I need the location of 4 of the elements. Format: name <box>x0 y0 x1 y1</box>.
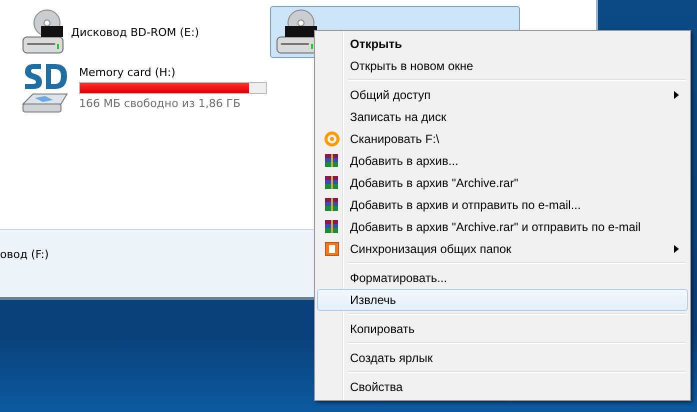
drive-name: Дисковод BD-ROM (E:) <box>71 26 199 38</box>
drive-name: овод (F:) <box>0 248 49 261</box>
free-space-text: 166 МБ свободно из 1,86 ГБ <box>79 97 242 110</box>
drive-name: Memory card (H:) <box>79 66 176 79</box>
